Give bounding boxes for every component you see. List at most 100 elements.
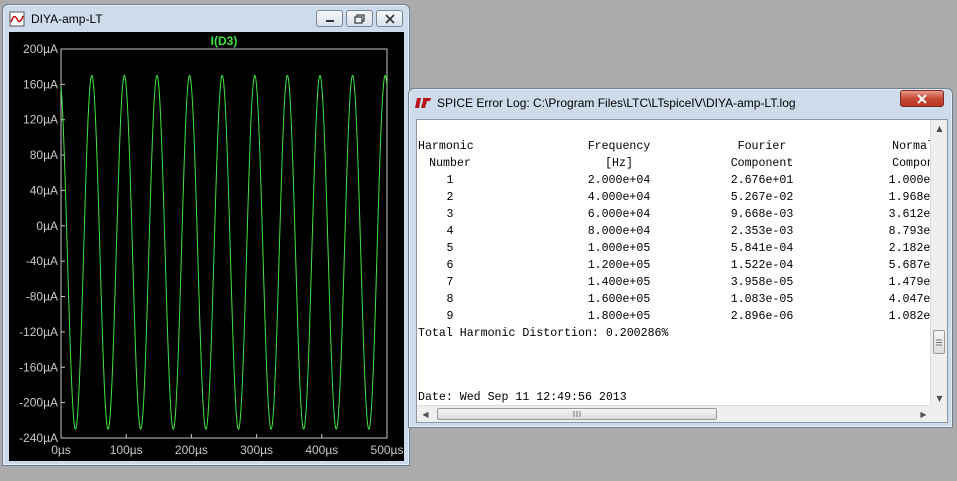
cell-normalized: 2.182e- [888,242,932,255]
date-text: Date: Wed Sep 11 12:49:56 2013 [418,391,627,403]
cell-fourier: 9.668e-03 [730,208,794,221]
vertical-scroll-thumb[interactable] [933,330,945,354]
cell-frequency: 4.000e+04 [587,191,651,204]
cell-normalized: 5.687e- [888,259,932,272]
horizontal-scroll-thumb[interactable] [437,408,717,420]
table-row: 2 4.000e+04 5.267e-02 1.968e- [418,189,932,206]
log-window-title: SPICE Error Log: C:\Program Files\LTC\LT… [437,95,796,110]
table-row: 6 1.200e+05 1.522e-04 5.687e- [418,257,932,274]
header-component: Component [730,157,794,170]
maximize-button[interactable] [346,10,373,27]
y-tick-label: -120µA [19,325,58,339]
scrollbar-corner [930,405,947,422]
cell-normalized: 1.000e- [888,174,932,187]
grip-icon [936,339,942,345]
trace-label[interactable]: I(D3) [211,34,238,48]
cell-normalized: 1.968e- [888,191,932,204]
log-titlebar[interactable]: SPICE Error Log: C:\Program Files\LTC\LT… [409,89,952,116]
series-line-i-d3 [60,74,388,430]
y-tick-label: -80µA [26,290,58,304]
log-content[interactable]: Harmonic Frequency Fourier Normal Number… [418,138,932,403]
cell-frequency: 6.000e+04 [587,208,651,221]
cell-frequency: 2.000e+04 [587,174,651,187]
scroll-left-arrow-icon[interactable]: ◀ [417,406,434,422]
x-tick-label: 100µs [110,443,143,457]
x-tick-label: 400µs [305,443,338,457]
minimize-icon [325,19,334,22]
minimize-button[interactable] [316,10,343,27]
cell-number: 2 [446,191,454,204]
close-button[interactable] [376,10,403,27]
table-row: 3 6.000e+04 9.668e-03 3.612e- [418,206,932,223]
log-text-area[interactable]: Harmonic Frequency Fourier Normal Number… [416,119,948,423]
cell-fourier: 2.896e-06 [730,310,794,323]
table-header-row: Harmonic Frequency Fourier Normal [418,138,932,155]
y-tick-label: 0µA [36,219,58,233]
cell-frequency: 1.600e+05 [587,293,651,306]
x-tick-label: 200µs [175,443,208,457]
x-tick-label: 0µs [51,443,71,457]
header-compon: Compon [892,157,932,170]
date-line: Date: Wed Sep 11 12:49:56 2013 [418,389,932,403]
y-tick-label: -160µA [19,360,58,374]
spice-error-log-window[interactable]: SPICE Error Log: C:\Program Files\LTC\LT… [408,88,953,428]
waveform-window[interactable]: DIYA-amp-LT I(D3) 200µA 160µA 120µA 80µA 40 [2,4,410,466]
cell-frequency: 1.400e+05 [587,276,651,289]
cell-fourier: 5.841e-04 [730,242,794,255]
table-row: 8 1.600e+05 1.083e-05 4.047e- [418,291,932,308]
horizontal-scrollbar[interactable]: ◀ ▶ [417,405,932,422]
cell-fourier: 2.676e+01 [730,174,794,187]
thd-line: Total Harmonic Distortion: 0.200286% [418,325,932,342]
cell-normalized: 3.612e- [888,208,932,221]
log-close-button[interactable] [900,90,944,107]
waveform-chart[interactable]: I(D3) 200µA 160µA 120µA 80µA 40µA 0µA -40µA -80… [9,32,404,461]
ltspice-waveform-icon [9,11,25,27]
y-tick-label: 80µA [30,148,58,162]
grip-icon [573,411,581,417]
header-frequency: Frequency [587,140,651,153]
cell-normalized: 1.082e- [888,310,932,323]
waveform-window-title: DIYA-amp-LT [31,11,103,26]
vertical-scrollbar[interactable]: ▲ ▼ [930,120,947,407]
cell-fourier: 1.522e-04 [730,259,794,272]
plot-frame [60,48,388,439]
cell-fourier: 5.267e-02 [730,191,794,204]
cell-fourier: 3.958e-05 [730,276,794,289]
scroll-up-arrow-icon[interactable]: ▲ [931,120,947,137]
restore-icon [353,13,365,24]
table-row: 5 1.000e+05 5.841e-04 2.182e- [418,240,932,257]
close-icon [917,93,927,104]
cell-number: 1 [446,174,454,187]
header-hz: [Hz] [605,157,633,170]
cell-number: 6 [446,259,454,272]
table-row: 9 1.800e+05 2.896e-06 1.082e- [418,308,932,325]
close-icon [384,13,395,24]
y-tick-label: 40µA [30,183,58,197]
cell-normalized: 4.047e- [888,293,932,306]
cell-frequency: 1.000e+05 [587,242,651,255]
cell-number: 9 [446,310,454,323]
x-tick-label: 500µs [371,443,404,457]
table-row: 4 8.000e+04 2.353e-03 8.793e- [418,223,932,240]
header-fourier: Fourier [737,140,787,153]
waveform-titlebar[interactable]: DIYA-amp-LT [3,5,409,32]
header-normal: Normal [892,140,932,153]
y-tick-label: 120µA [23,113,58,127]
cell-number: 4 [446,225,454,238]
cell-number: 7 [446,276,454,289]
cell-fourier: 1.083e-05 [730,293,794,306]
ltspice-logo-icon [415,95,431,111]
table-row: 1 2.000e+04 2.676e+01 1.000e- [418,172,932,189]
y-tick-label: -40µA [26,254,58,268]
table-row: 7 1.400e+05 3.958e-05 1.479e- [418,274,932,291]
y-tick-label: 160µA [23,77,58,91]
cell-fourier: 2.353e-03 [730,225,794,238]
y-tick-label: -200µA [19,396,58,410]
y-tick-label: 200µA [23,42,58,56]
table-header-row-2: Number [Hz] Component Compon [418,155,932,172]
y-axis: 200µA 160µA 120µA 80µA 40µA 0µA -40µA -80µA -120… [19,42,65,445]
cell-number: 8 [446,293,454,306]
cell-frequency: 1.800e+05 [587,310,651,323]
waveform-plot[interactable]: I(D3) 200µA 160µA 120µA 80µA 40µA 0µA -40µA -80… [9,32,404,461]
cell-frequency: 1.200e+05 [587,259,651,272]
